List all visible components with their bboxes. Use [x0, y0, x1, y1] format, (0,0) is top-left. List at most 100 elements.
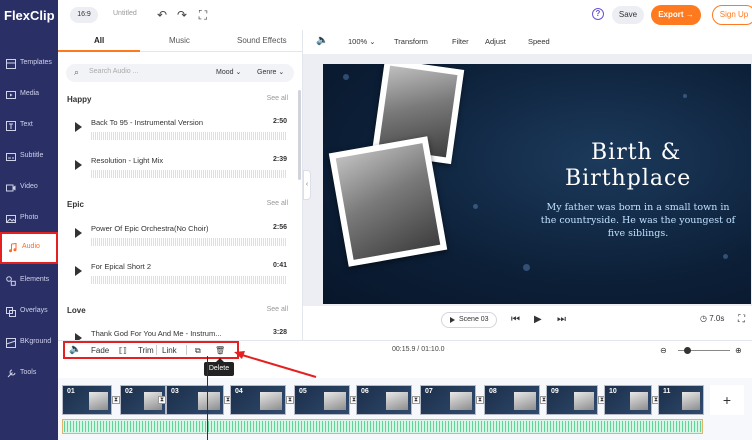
- play-icon[interactable]: ▶: [534, 314, 542, 326]
- canvas-subtext[interactable]: My father was born in a small town in th…: [538, 201, 738, 240]
- sidebar-item-overlays[interactable]: Overlays: [0, 298, 58, 328]
- sidebar-item-video[interactable]: Video: [0, 174, 58, 204]
- tab-all[interactable]: All: [94, 36, 104, 45]
- zoom-slider-knob[interactable]: [684, 347, 691, 354]
- fullscreen-icon[interactable]: ⛶: [196, 8, 210, 22]
- delete-icon[interactable]: 🗑: [215, 346, 225, 355]
- see-all-link-love[interactable]: See all: [267, 306, 288, 313]
- audio-track-clip[interactable]: [62, 419, 703, 434]
- redo-icon[interactable]: ↷: [175, 8, 189, 22]
- aspect-ratio-button[interactable]: 16:9: [70, 7, 98, 23]
- timeline-clip[interactable]: 09: [546, 385, 598, 415]
- undo-icon[interactable]: ↶: [155, 8, 169, 22]
- transition-icon[interactable]: ⧗: [286, 396, 294, 404]
- timeline-clip[interactable]: 01: [62, 385, 112, 415]
- next-icon[interactable]: ⏭: [557, 314, 566, 326]
- audio-track-item[interactable]: For Epical Short 2 0:41: [58, 260, 303, 296]
- mood-dropdown[interactable]: Mood ⌄: [216, 68, 241, 76]
- audio-track-item[interactable]: Resolution - Light Mix 2:39: [58, 154, 303, 190]
- see-all-link-epic[interactable]: See all: [267, 200, 288, 207]
- search-input[interactable]: Search Audio ...: [89, 68, 138, 75]
- zoom-in-icon[interactable]: ⊕: [735, 346, 742, 355]
- previous-icon[interactable]: ⏮: [511, 314, 520, 326]
- audio-track-item[interactable]: Back To 95 - Instrumental Version 2:50: [58, 116, 303, 152]
- sidebar-item-elements[interactable]: Elements: [0, 267, 58, 297]
- play-icon[interactable]: [75, 333, 82, 340]
- canvas-title-line2[interactable]: Birthplace: [565, 166, 691, 191]
- save-button[interactable]: Save: [612, 6, 644, 24]
- play-icon[interactable]: [75, 266, 82, 276]
- zoom-out-icon[interactable]: ⊖: [660, 346, 667, 355]
- sidebar-item-tools[interactable]: Tools: [0, 360, 58, 390]
- clip-thumbnail: [450, 392, 472, 410]
- collapse-panel-icon[interactable]: ‹: [303, 170, 311, 200]
- scene-duration[interactable]: ◷ 7.0s: [700, 314, 724, 323]
- sidebar-item-templates[interactable]: Templates: [0, 50, 58, 80]
- sidebar-item-background[interactable]: BKground: [0, 329, 58, 359]
- play-icon[interactable]: [75, 160, 82, 170]
- clip-number: 08: [489, 388, 497, 395]
- timeline-clip[interactable]: 04: [230, 385, 286, 415]
- timeline-clip[interactable]: 11: [658, 385, 704, 415]
- transition-icon[interactable]: ⧗: [476, 396, 484, 404]
- panel-scrollbar[interactable]: [298, 90, 301, 180]
- play-icon[interactable]: [75, 228, 82, 238]
- export-button[interactable]: Export →: [651, 5, 701, 25]
- track-waveform: [91, 238, 287, 246]
- timeline-clip[interactable]: 06: [356, 385, 412, 415]
- clip-number: 11: [663, 388, 671, 395]
- timeline-clip[interactable]: 10: [604, 385, 652, 415]
- clip-number: 10: [609, 388, 617, 395]
- search-icon: ⌕: [74, 67, 80, 77]
- sidebar-item-audio[interactable]: Audio: [0, 232, 58, 264]
- photo-frame-family[interactable]: [328, 136, 448, 267]
- trim-button[interactable]: Trim: [138, 346, 154, 355]
- transform-button[interactable]: Transform: [394, 37, 428, 46]
- app-logo[interactable]: FlexClip: [4, 8, 55, 23]
- sidebar-item-subtitle[interactable]: Subtitle: [0, 143, 58, 173]
- play-icon[interactable]: [75, 122, 82, 132]
- scene-duration-value: 7.0s: [709, 314, 725, 323]
- volume-icon[interactable]: 🔈: [316, 35, 328, 46]
- audio-track-item[interactable]: Power Of Epic Orchestra(No Choir) 2:56: [58, 222, 303, 258]
- see-all-link-happy[interactable]: See all: [267, 95, 288, 102]
- adjust-button[interactable]: Adjust: [485, 37, 506, 46]
- sidebar-item-photo[interactable]: Photo: [0, 205, 58, 235]
- transition-icon[interactable]: ⧗: [412, 396, 420, 404]
- timeline-clip[interactable]: 03: [166, 385, 224, 415]
- canvas-title-line1[interactable]: Birth &: [591, 140, 681, 165]
- document-title[interactable]: Untitled: [113, 10, 137, 17]
- duplicate-icon[interactable]: ⧉: [195, 346, 201, 356]
- add-scene-button[interactable]: +: [710, 385, 744, 415]
- zoom-dropdown[interactable]: 100% ⌄: [348, 37, 376, 46]
- audio-track-item[interactable]: Thank God For You And Me - Instrum... 3:…: [58, 327, 303, 340]
- audio-search-bar[interactable]: ⌕ Search Audio ... Mood ⌄ Genre ⌄: [66, 64, 294, 82]
- scene-play-button[interactable]: Scene 03: [441, 312, 497, 328]
- tab-music[interactable]: Music: [169, 36, 190, 45]
- volume-icon[interactable]: 🔈: [69, 344, 81, 355]
- speed-button[interactable]: Speed: [528, 37, 550, 46]
- transition-icon[interactable]: ⧗: [158, 396, 166, 404]
- video-canvas[interactable]: Birth & Birthplace My father was born in…: [323, 64, 751, 304]
- tab-sound-effects[interactable]: Sound Effects: [237, 36, 287, 45]
- playhead[interactable]: [207, 356, 208, 440]
- sidebar-item-label: Photo: [20, 214, 39, 221]
- transition-icon[interactable]: ⧗: [112, 396, 120, 404]
- timeline-clip[interactable]: 08: [484, 385, 540, 415]
- category-title-happy: Happy: [67, 95, 92, 104]
- timeline-clip[interactable]: 07: [420, 385, 476, 415]
- sidebar-item-media[interactable]: Media: [0, 81, 58, 111]
- sign-up-button[interactable]: Sign Up: [712, 5, 752, 25]
- fade-button[interactable]: Fade: [91, 346, 109, 355]
- annotation-arrow: [234, 351, 317, 378]
- sidebar-item-text[interactable]: Text: [0, 112, 58, 142]
- preview-toolbar: 🔈 100% ⌄ Transform Filter Adjust Speed: [303, 30, 752, 54]
- genre-dropdown[interactable]: Genre ⌄: [257, 68, 284, 76]
- clip-thumbnail: [629, 392, 648, 410]
- filter-button[interactable]: Filter: [452, 37, 469, 46]
- help-icon[interactable]: ?: [592, 8, 604, 20]
- split-icon[interactable]: ⟦⟧: [119, 346, 127, 355]
- link-button[interactable]: Link: [162, 346, 177, 355]
- timeline-clip[interactable]: 05: [294, 385, 350, 415]
- fullscreen-preview-icon[interactable]: ⛶: [738, 314, 745, 326]
